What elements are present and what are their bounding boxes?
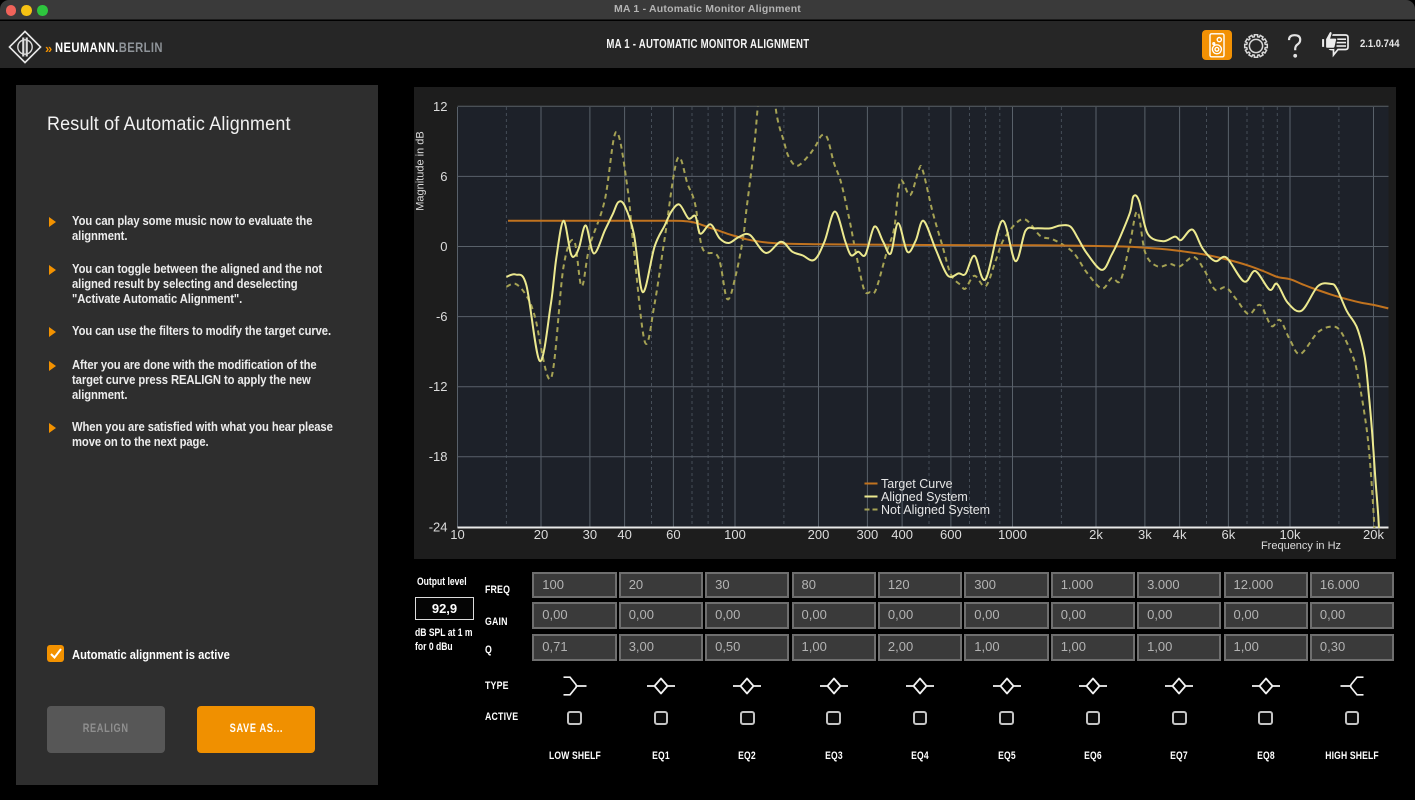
svg-text:6: 6 [440,169,447,184]
svg-text:400: 400 [891,527,913,542]
svg-text:-6: -6 [436,309,448,324]
svg-text:40: 40 [617,527,631,542]
svg-text:-24: -24 [429,519,448,534]
svg-text:10: 10 [450,527,464,542]
svg-text:20k: 20k [1363,527,1384,542]
svg-text:3k: 3k [1138,527,1152,542]
svg-text:20: 20 [534,527,548,542]
svg-text:Aligned System: Aligned System [881,490,968,504]
svg-text:2k: 2k [1089,527,1103,542]
svg-text:Magnitude in dB: Magnitude in dB [415,131,427,211]
svg-text:-18: -18 [429,449,448,464]
svg-text:Not Aligned System: Not Aligned System [881,503,990,517]
svg-text:-12: -12 [429,379,448,394]
svg-text:300: 300 [857,527,879,542]
svg-text:600: 600 [940,527,962,542]
svg-text:4k: 4k [1173,527,1187,542]
svg-text:6k: 6k [1222,527,1236,542]
svg-text:200: 200 [808,527,830,542]
svg-text:Frequency in Hz: Frequency in Hz [1261,540,1341,552]
svg-text:30: 30 [583,527,597,542]
svg-text:60: 60 [666,527,680,542]
svg-text:0: 0 [440,239,447,254]
svg-text:12: 12 [433,99,447,114]
svg-text:1000: 1000 [998,527,1027,542]
svg-text:Target Curve: Target Curve [881,477,953,491]
svg-text:100: 100 [724,527,746,542]
